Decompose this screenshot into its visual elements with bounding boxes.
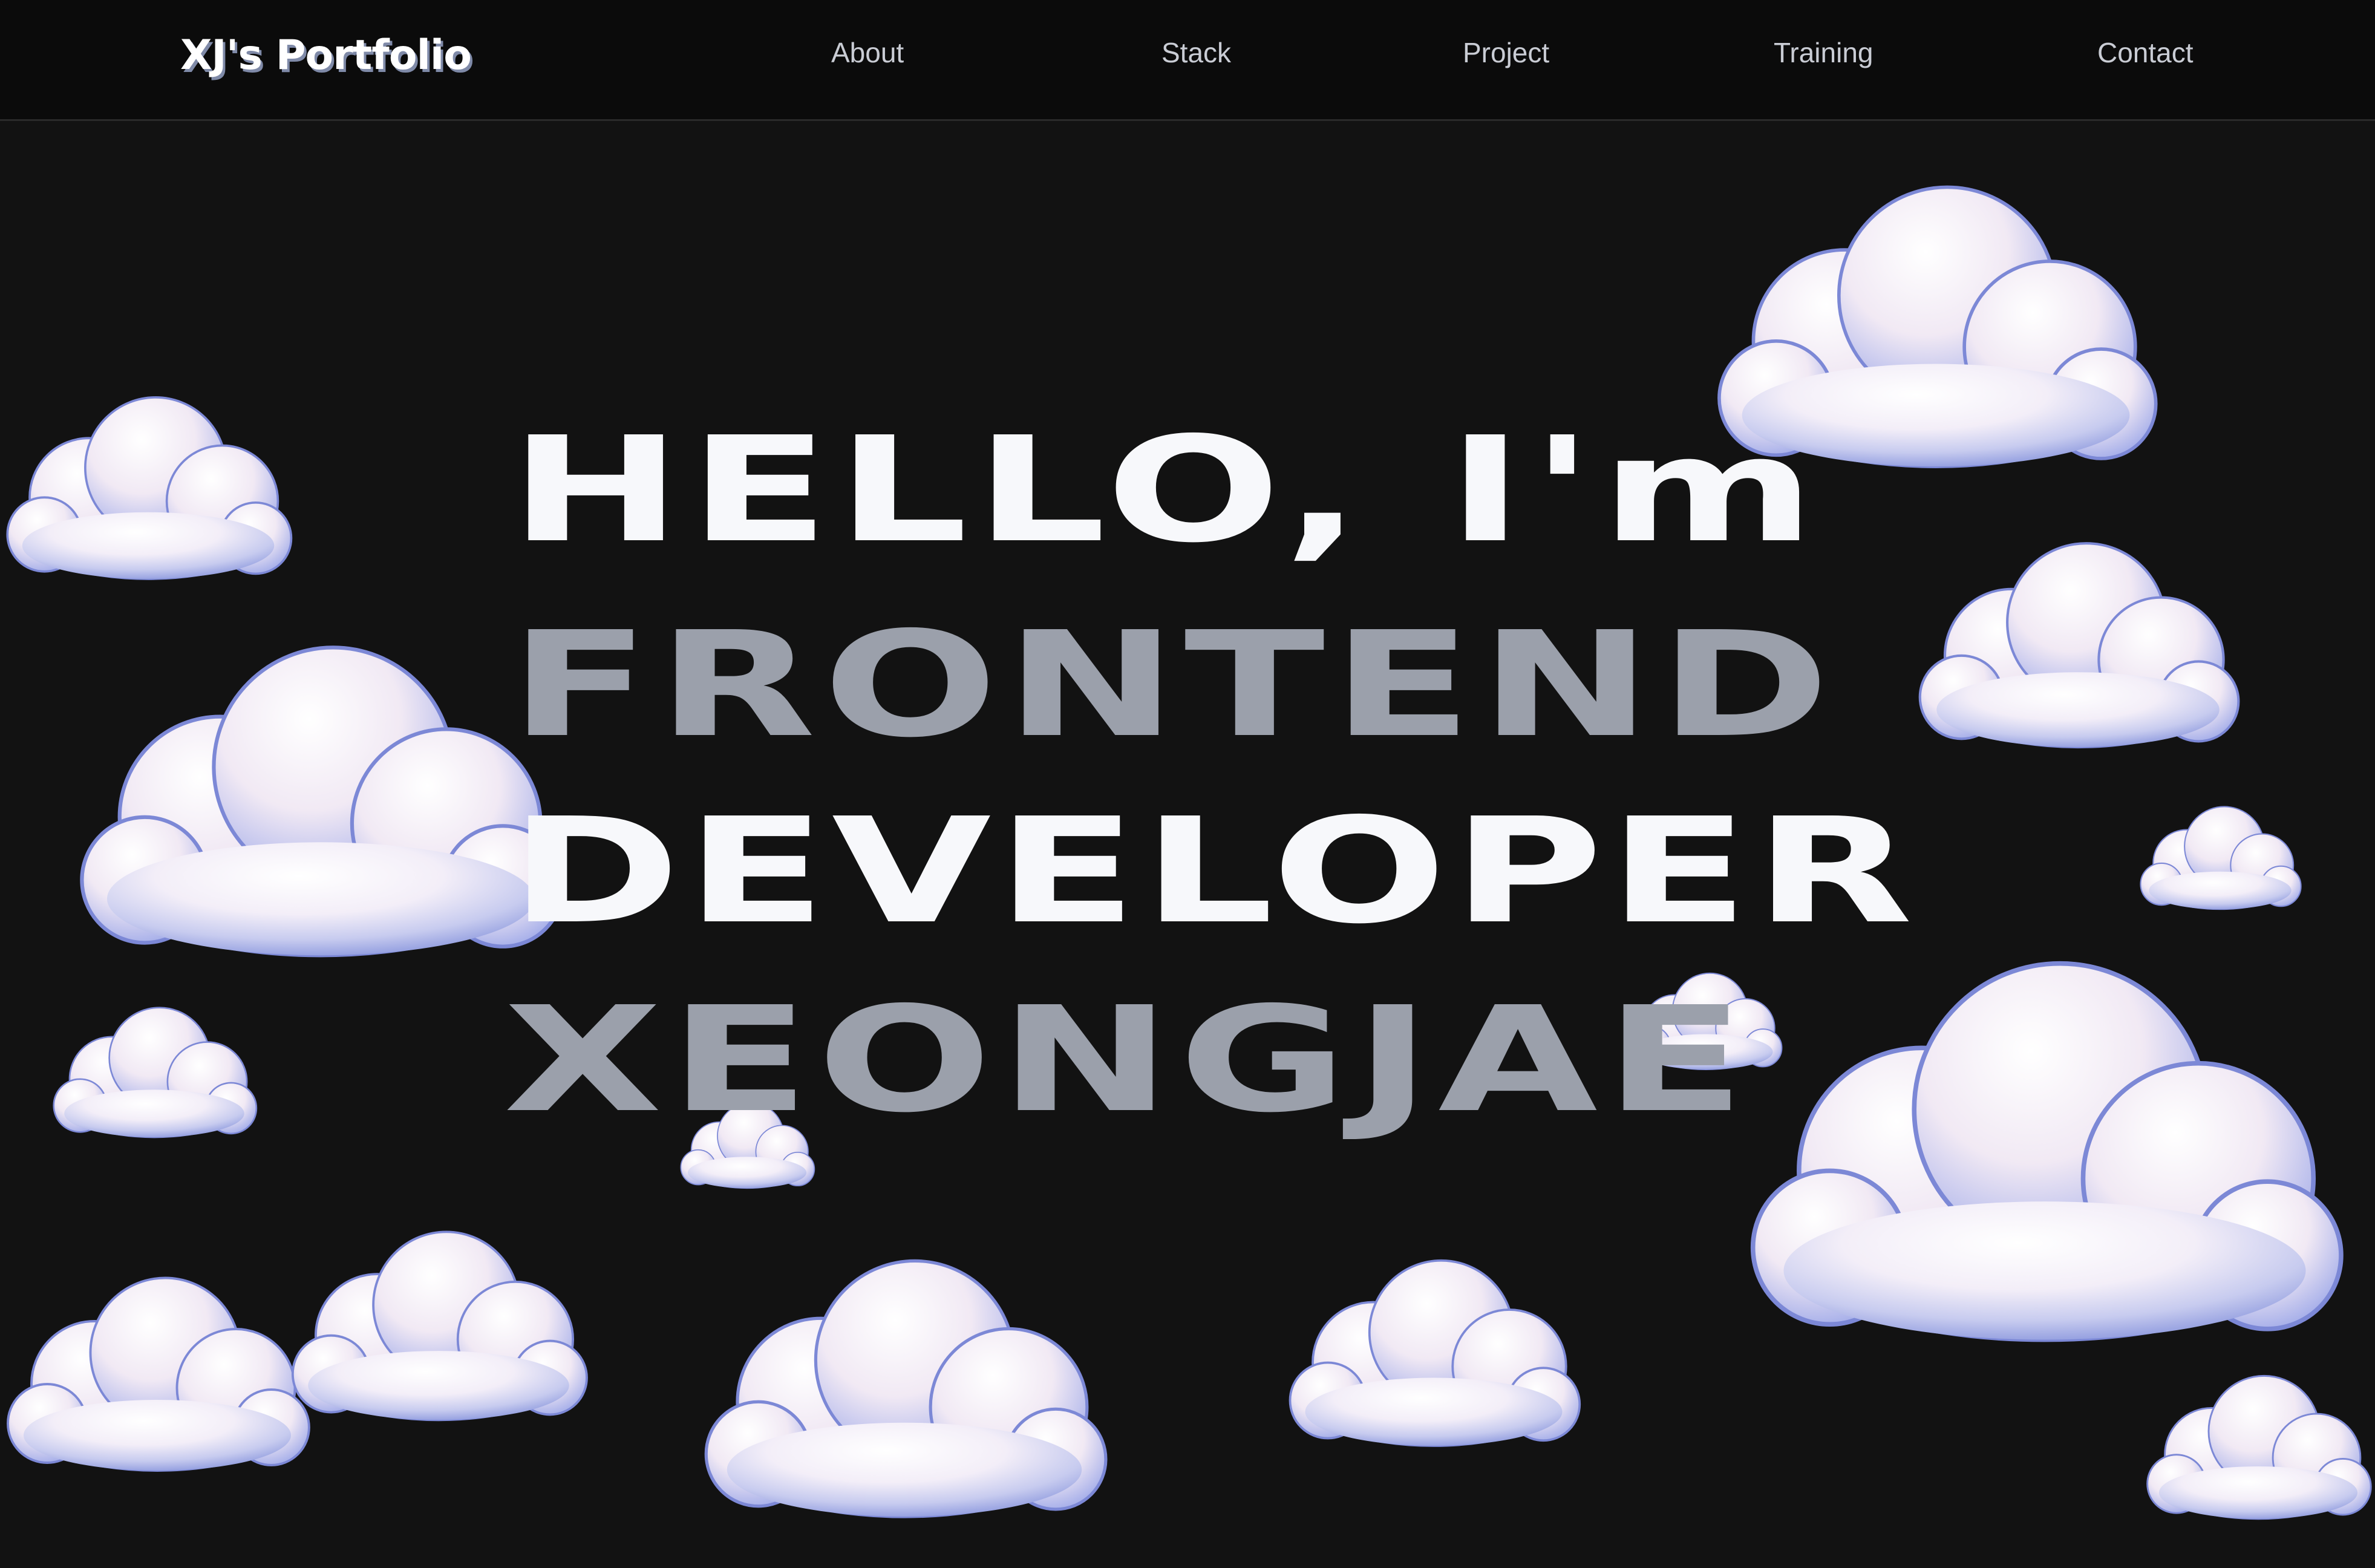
- nav-link-project[interactable]: Project: [1463, 36, 1549, 69]
- cloud-image: [2135, 805, 2305, 913]
- cloud-image: [48, 998, 260, 1149]
- hero-name: XEONGJAE: [503, 975, 1753, 1145]
- cloud-image: [1282, 1246, 1585, 1464]
- nav-link-training[interactable]: Training: [1774, 36, 1873, 69]
- portfolio-page: XJ's Portfolio About Stack Project Train…: [0, 0, 2375, 1568]
- cloud-image: [54, 641, 587, 968]
- cloud-image: [1730, 956, 2359, 1355]
- cloud-image: [0, 1216, 315, 1537]
- cloud-image: [696, 1222, 1113, 1561]
- cloud-image: [284, 1228, 593, 1428]
- brand-logo[interactable]: XJ's Portfolio: [180, 31, 472, 79]
- hero-greeting: HELLO, I'm: [509, 405, 1823, 575]
- nav-link-stack[interactable]: Stack: [1161, 36, 1231, 69]
- hero-role-line-1: FRONTEND: [509, 600, 1837, 769]
- nav-link-about[interactable]: About: [831, 36, 904, 69]
- nav-link-contact[interactable]: Contact: [2097, 36, 2194, 69]
- cloud-image: [0, 381, 296, 599]
- top-navbar: XJ's Portfolio About Stack Project Train…: [0, 0, 2375, 121]
- cloud-image: [2141, 1331, 2375, 1567]
- hero-role-line-2: DEVELOPER: [509, 786, 1918, 956]
- cloud-image: [1912, 532, 2244, 762]
